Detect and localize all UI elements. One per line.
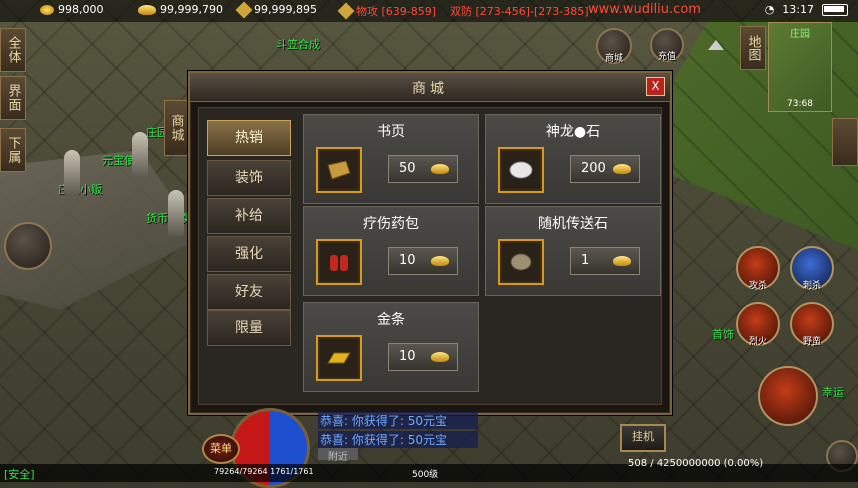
exp-value: 508 / 4250000000 (0.00%): [628, 458, 764, 469]
shop-dialog: 商城 X 热销 装饰 补给 强化 好友 限量 书页 50 神龙●石 200 疗伤…: [188, 71, 672, 415]
tab-all[interactable]: 全体: [0, 28, 26, 72]
price-button[interactable]: 200: [570, 155, 640, 183]
npc-figure[interactable]: [168, 190, 184, 236]
category-enhance[interactable]: 强化: [207, 236, 291, 272]
price-button[interactable]: 10: [388, 247, 458, 275]
ingot-icon: [613, 256, 631, 266]
hp-mp-values: 79264/79264 1761/1761: [214, 467, 314, 476]
gold-coin-icon: [40, 4, 54, 15]
skill-flame[interactable]: 烈火: [736, 302, 780, 347]
item-name: 书页: [377, 124, 405, 140]
ingot-icon: [613, 164, 631, 174]
attack-stat: 物攻 [639-859]: [337, 2, 437, 20]
attack-value: 物攻 [639-859]: [356, 5, 437, 18]
chat-line: 恭喜: 你获得了: 50元宝: [318, 431, 478, 448]
gold-counter: 998,000: [40, 3, 104, 16]
tab-interface[interactable]: 界面: [0, 76, 26, 120]
category-hot[interactable]: 热销: [207, 120, 291, 156]
minimap-coords: 73:68: [787, 99, 813, 109]
skill-stab[interactable]: 刺杀: [790, 246, 834, 291]
skill-savage[interactable]: 野蛮: [790, 302, 834, 347]
shop-title: 商城: [412, 81, 448, 97]
skill-attack-kill[interactable]: 攻杀: [736, 246, 780, 291]
main-attack-button[interactable]: [758, 366, 818, 426]
gold-value: 998,000: [58, 3, 104, 16]
luck-label[interactable]: 幸运: [822, 384, 844, 400]
shop-button[interactable]: 商城: [596, 28, 632, 64]
site-watermark: www.wudiliu.com: [588, 2, 701, 17]
ingot-value: 99,999,790: [160, 3, 223, 16]
ingot-icon: [431, 352, 449, 362]
npc-figure[interactable]: [64, 150, 80, 196]
category-panel: 热销 装饰 补给 强化 好友 限量: [203, 112, 291, 398]
minimap-title: 庄园: [790, 29, 810, 40]
tab-subordinate[interactable]: 下属: [0, 128, 26, 172]
clock: 13:17: [782, 3, 814, 16]
defense-stat: 双防 [273-456]-[273-385]: [450, 3, 589, 19]
item-name: 随机传送石: [538, 216, 608, 232]
pet-avatar-button[interactable]: [4, 222, 52, 270]
bound-ingot-counter: 99,999,895: [235, 1, 317, 18]
gold-bar-icon[interactable]: [316, 335, 362, 381]
bottom-bar: [安全] 79264/79264 1761/1761 500级 508 / 42…: [0, 458, 858, 482]
chat-line: 恭喜: 你获得了: 50元宝: [318, 412, 478, 429]
price-button[interactable]: 10: [388, 343, 458, 371]
category-supply[interactable]: 补给: [207, 198, 291, 234]
ingot-counter: 99,999,790: [138, 3, 223, 16]
close-button[interactable]: X: [646, 77, 665, 96]
price-button[interactable]: 50: [388, 155, 458, 183]
auto-battle-button[interactable]: 挂机: [620, 424, 666, 452]
category-decor[interactable]: 装饰: [207, 160, 291, 196]
recharge-button[interactable]: 充值: [650, 28, 684, 62]
shop-body: 热销 装饰 补给 强化 好友 限量 书页 50 神龙●石 200 疗伤药包 10…: [198, 107, 662, 405]
accessory-label[interactable]: 首饰: [712, 326, 734, 342]
ingot-icon: [138, 4, 156, 15]
item-name: 金条: [377, 312, 405, 328]
bound-ingot-icon: [235, 1, 253, 18]
device-status: ◔ 13:17: [765, 3, 848, 16]
shop-item[interactable]: 金条 10: [303, 302, 479, 392]
item-name: 疗伤药包: [363, 216, 419, 232]
price-button[interactable]: 1: [570, 247, 640, 275]
map-button[interactable]: 地图: [740, 26, 766, 70]
potion-pack-icon[interactable]: [316, 239, 362, 285]
minimap[interactable]: 庄园 73:68: [768, 22, 832, 112]
safe-zone-indicator: [安全]: [4, 468, 35, 481]
item-name: 神龙●石: [545, 124, 601, 140]
attack-icon: [337, 2, 355, 20]
shop-item[interactable]: 书页 50: [303, 114, 479, 204]
dragon-stone-icon[interactable]: [498, 147, 544, 193]
category-friend[interactable]: 好友: [207, 274, 291, 310]
battery-icon: [822, 3, 848, 16]
wifi-icon: ◔: [764, 3, 775, 16]
player-level: 500级: [412, 470, 439, 480]
chat-tab-nearby[interactable]: 附近: [318, 448, 358, 463]
shop-header: 商城 X: [190, 73, 670, 102]
shop-item[interactable]: 神龙●石 200: [485, 114, 661, 204]
chat-box: 恭喜: 你获得了: 50元宝 恭喜: 你获得了: 50元宝: [318, 412, 478, 450]
shop-item[interactable]: 随机传送石 1: [485, 206, 661, 296]
ingot-icon: [431, 256, 449, 266]
bound-ingot-value: 99,999,895: [254, 3, 317, 16]
ingot-icon: [431, 164, 449, 174]
collapse-arrow-icon[interactable]: [708, 40, 724, 50]
defense-value: 双防 [273-456]-[273-385]: [450, 5, 589, 18]
menu-button[interactable]: 菜单: [202, 434, 240, 464]
category-limited[interactable]: 限量: [207, 310, 291, 346]
npc-figure[interactable]: [132, 132, 148, 178]
top-status-bar: 998,000 99,999,790 99,999,895 物攻 [639-85…: [0, 0, 858, 22]
shop-sign[interactable]: 商城: [164, 100, 188, 156]
book-page-icon[interactable]: [316, 147, 362, 193]
quest-label[interactable]: 斗笠合成: [276, 36, 320, 52]
teleport-stone-icon[interactable]: [498, 239, 544, 285]
right-side-tab[interactable]: [832, 118, 858, 166]
shop-item[interactable]: 疗伤药包 10: [303, 206, 479, 296]
